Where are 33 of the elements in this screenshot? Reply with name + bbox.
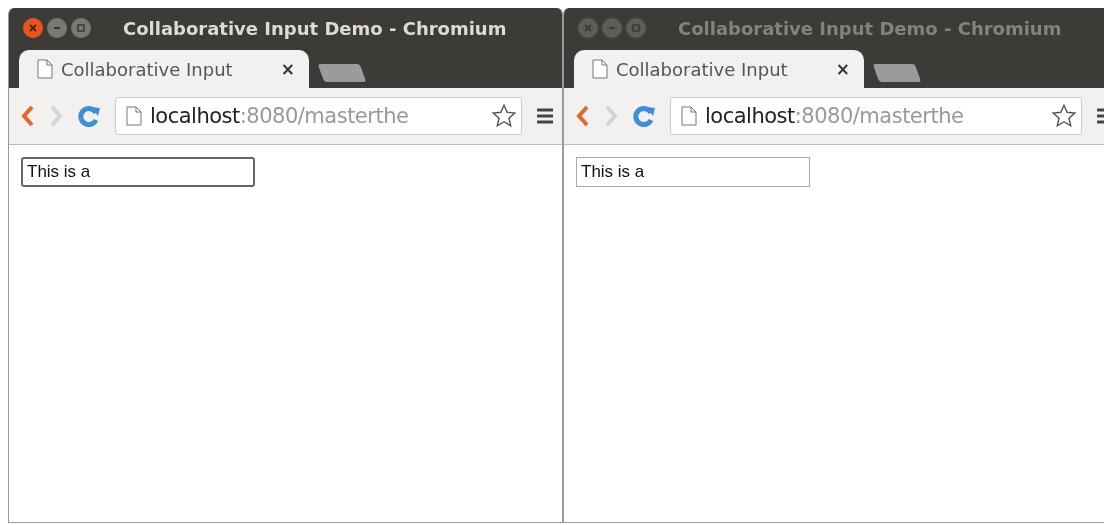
- new-tab-button[interactable]: [872, 64, 922, 82]
- tab-title: Collaborative Input: [616, 58, 789, 80]
- browser-tab[interactable]: Collaborative Input ×: [574, 50, 864, 88]
- maximize-icon[interactable]: [626, 18, 646, 38]
- tab-close-button[interactable]: ×: [835, 59, 850, 79]
- star-icon[interactable]: [1051, 103, 1077, 129]
- reload-icon[interactable]: [632, 104, 656, 128]
- menu-icon[interactable]: [536, 107, 554, 125]
- address-bar[interactable]: localhost:8080/masterthe: [670, 97, 1082, 135]
- tab-close-button[interactable]: ×: [280, 59, 295, 79]
- reload-icon[interactable]: [77, 104, 101, 128]
- back-icon[interactable]: [576, 105, 590, 127]
- back-icon[interactable]: [21, 105, 35, 127]
- text-input[interactable]: This is a: [21, 157, 255, 187]
- page-icon: [592, 59, 608, 79]
- browser-tab[interactable]: Collaborative Input ×: [19, 50, 309, 88]
- text-input[interactable]: This is a: [576, 157, 810, 187]
- page-icon: [681, 106, 697, 126]
- tab-title: Collaborative Input: [61, 58, 234, 80]
- window-title: Collaborative Input Demo - Chromium: [678, 17, 1062, 39]
- url-text: localhost:8080/masterthe: [150, 104, 410, 128]
- maximize-icon[interactable]: [71, 18, 91, 38]
- address-bar[interactable]: localhost:8080/masterthe: [115, 97, 522, 135]
- minimize-icon[interactable]: [602, 18, 622, 38]
- window-title: Collaborative Input Demo - Chromium: [123, 17, 507, 39]
- close-icon[interactable]: [23, 18, 43, 38]
- page-icon: [37, 59, 53, 79]
- close-icon[interactable]: [578, 18, 598, 38]
- star-icon[interactable]: [491, 103, 517, 129]
- minimize-icon[interactable]: [47, 18, 67, 38]
- url-text: localhost:8080/masterthe: [705, 104, 965, 128]
- new-tab-button[interactable]: [317, 64, 367, 82]
- page-icon: [126, 106, 142, 126]
